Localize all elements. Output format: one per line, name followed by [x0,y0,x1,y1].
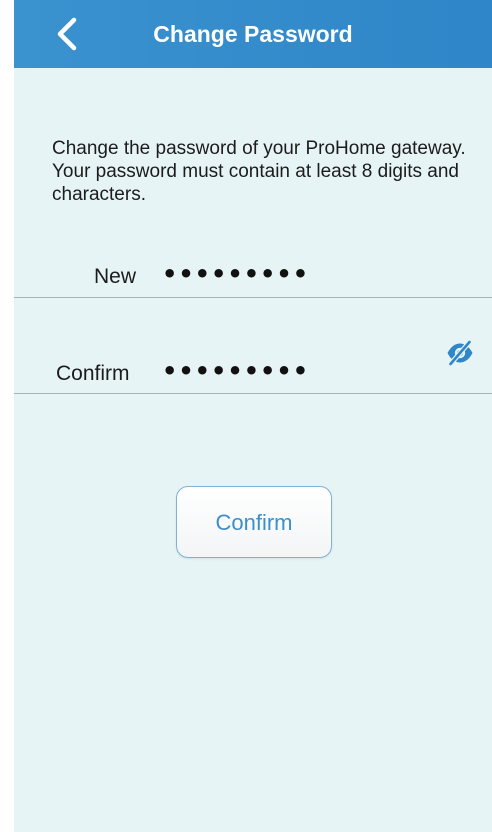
instructions-text: Change the password of your ProHome gate… [52,138,466,205]
chevron-left-icon [57,17,77,51]
new-password-input[interactable] [162,259,402,289]
confirm-password-label: Confirm [56,362,130,385]
back-button[interactable] [50,14,84,54]
change-password-screen: Change Password Change the password of y… [14,0,492,832]
navigation-bar: Change Password [14,0,492,68]
confirm-password-separator [14,393,492,394]
new-password-label: New [94,265,137,288]
new-password-separator [14,297,492,298]
page-title: Change Password [153,21,353,47]
password-visibility-toggle[interactable] [446,340,474,366]
eye-slash-icon [447,340,473,366]
confirm-password-input[interactable] [162,356,402,386]
confirm-button[interactable]: Confirm [176,486,332,558]
